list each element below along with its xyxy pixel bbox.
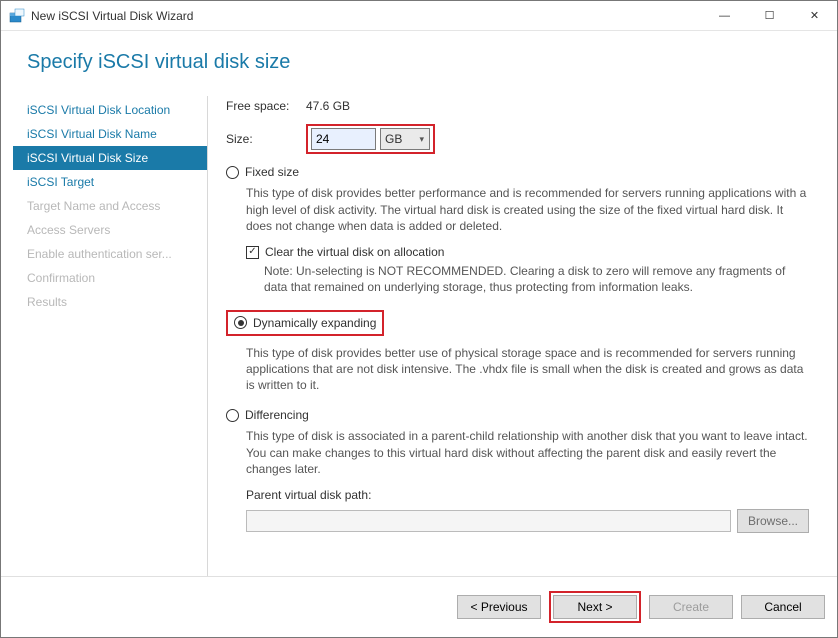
free-space-label: Free space: (226, 98, 306, 114)
size-unit-value: GB (385, 131, 402, 147)
parent-path-label: Parent virtual disk path: (246, 487, 809, 503)
radio-dynamic[interactable] (234, 316, 247, 329)
free-space-value: 47.6 GB (306, 98, 350, 114)
radio-fixed-row[interactable]: Fixed size (226, 164, 809, 180)
wizard-window: New iSCSI Virtual Disk Wizard — ☐ ✕ Spec… (0, 0, 838, 638)
window-controls: — ☐ ✕ (702, 1, 837, 31)
titlebar: New iSCSI Virtual Disk Wizard — ☐ ✕ (1, 1, 837, 31)
previous-button[interactable]: < Previous (457, 595, 541, 619)
page-title: Specify iSCSI virtual disk size (27, 51, 825, 74)
next-button[interactable]: Next > (553, 595, 637, 619)
radio-fixed-label: Fixed size (245, 164, 299, 180)
radio-dynamic-label: Dynamically expanding (253, 315, 376, 331)
sidebar-item-auth: Enable authentication ser... (13, 242, 207, 266)
radio-diff-label: Differencing (245, 407, 309, 423)
fixed-desc: This type of disk provides better perfor… (246, 185, 809, 234)
sidebar-item-target-name: Target Name and Access (13, 194, 207, 218)
radio-fixed[interactable] (226, 166, 239, 179)
radio-diff[interactable] (226, 409, 239, 422)
size-unit-select[interactable]: GB (380, 128, 430, 150)
sidebar-item-confirmation: Confirmation (13, 266, 207, 290)
browse-button: Browse... (737, 509, 809, 533)
option-fixed: Fixed size This type of disk provides be… (226, 164, 809, 295)
next-highlight: Next > (549, 591, 641, 623)
free-space-row: Free space: 47.6 GB (226, 98, 809, 114)
radio-diff-row[interactable]: Differencing (226, 407, 809, 423)
dynamic-desc: This type of disk provides better use of… (246, 345, 809, 394)
sidebar-item-results: Results (13, 290, 207, 314)
columns: iSCSI Virtual Disk Location iSCSI Virtua… (13, 96, 825, 576)
parent-path-input (246, 510, 731, 532)
cancel-button[interactable]: Cancel (741, 595, 825, 619)
size-input[interactable] (311, 128, 376, 150)
size-row: Size: GB (226, 124, 809, 154)
size-label: Size: (226, 131, 306, 147)
clear-note: Note: Un-selecting is NOT RECOMMENDED. C… (264, 263, 809, 295)
option-diff: Differencing This type of disk is associ… (226, 407, 809, 533)
sidebar-item-name[interactable]: iSCSI Virtual Disk Name (13, 122, 207, 146)
create-button: Create (649, 595, 733, 619)
close-button[interactable]: ✕ (792, 1, 837, 31)
diff-desc: This type of disk is associated in a par… (246, 428, 809, 477)
sidebar-item-location[interactable]: iSCSI Virtual Disk Location (13, 98, 207, 122)
clear-checkbox[interactable] (246, 246, 259, 259)
maximize-button[interactable]: ☐ (747, 1, 792, 31)
content: Specify iSCSI virtual disk size iSCSI Vi… (1, 31, 837, 576)
clear-label: Clear the virtual disk on allocation (265, 244, 444, 260)
option-dynamic: Dynamically expanding This type of disk … (226, 310, 809, 394)
clear-checkbox-row[interactable]: Clear the virtual disk on allocation (246, 244, 809, 260)
sidebar: iSCSI Virtual Disk Location iSCSI Virtua… (13, 96, 208, 576)
size-highlight: GB (306, 124, 435, 154)
wizard-icon (9, 8, 25, 24)
parent-path-row: Browse... (246, 509, 809, 533)
sidebar-item-target[interactable]: iSCSI Target (13, 170, 207, 194)
sidebar-item-access-servers: Access Servers (13, 218, 207, 242)
window-title: New iSCSI Virtual Disk Wizard (31, 9, 702, 23)
radio-dynamic-row[interactable]: Dynamically expanding (226, 310, 384, 336)
minimize-button[interactable]: — (702, 1, 747, 31)
footer: < Previous Next > Create Cancel (1, 576, 837, 637)
main-panel: Free space: 47.6 GB Size: GB (208, 96, 825, 576)
sidebar-item-size[interactable]: iSCSI Virtual Disk Size (13, 146, 207, 170)
